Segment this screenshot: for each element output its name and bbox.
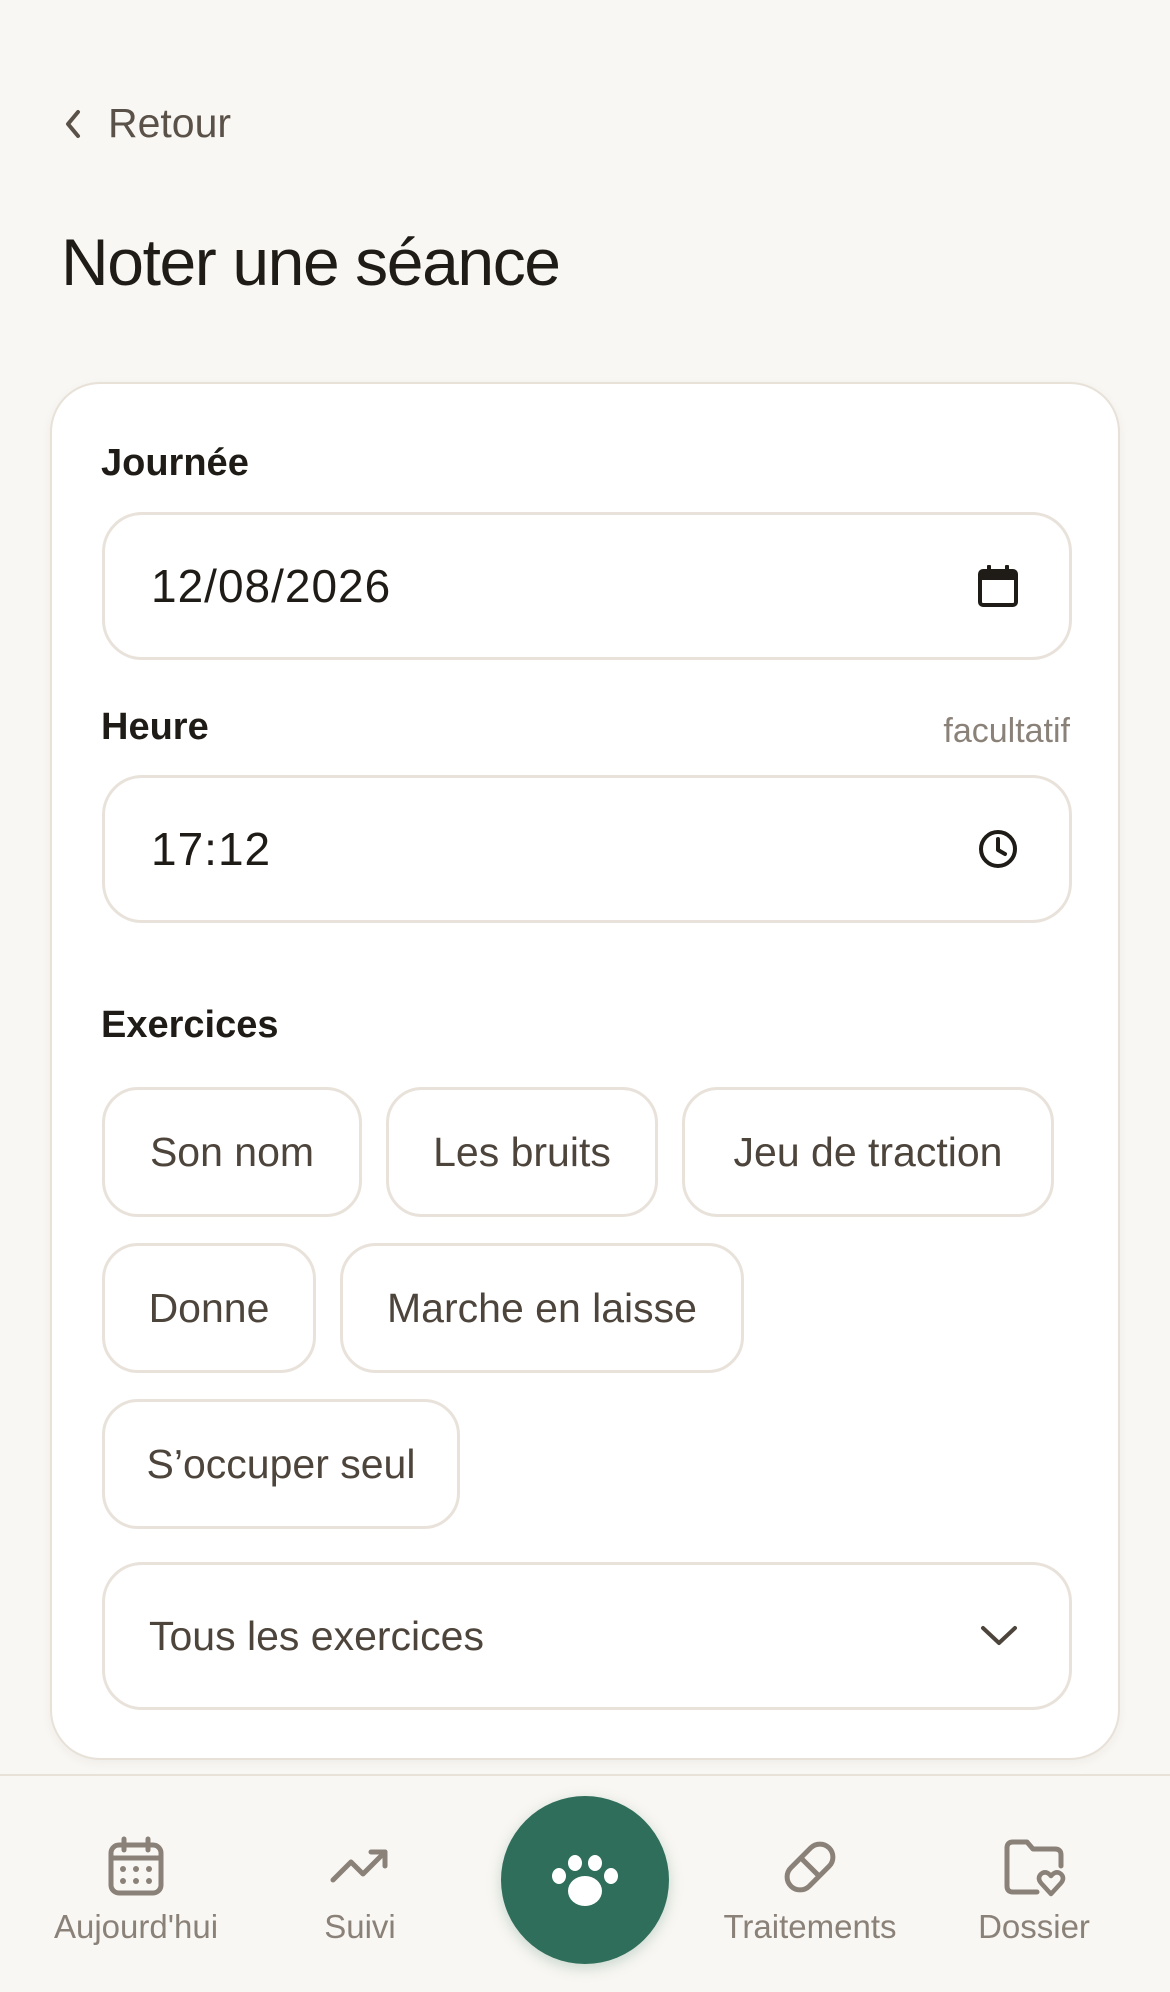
exercise-chip[interactable]: Les bruits: [386, 1087, 658, 1217]
date-value: 12/08/2026: [151, 560, 392, 612]
exercises-label: Exercices: [101, 1004, 279, 1046]
day-label: Journée: [101, 442, 249, 484]
nav-item-progress[interactable]: Suivi: [240, 1836, 480, 1946]
exercise-chip[interactable]: Marche en laisse: [340, 1243, 744, 1373]
exercise-chip[interactable]: Donne: [102, 1243, 316, 1373]
nav-label: Aujourd'hui: [53, 1908, 219, 1945]
time-field[interactable]: 17:12: [102, 775, 1072, 923]
exercise-chip[interactable]: S’occuper seul: [102, 1399, 460, 1529]
back-button[interactable]: Retour: [60, 100, 231, 147]
nav-item-treatments[interactable]: Traitements: [690, 1836, 930, 1946]
chevron-left-icon: [66, 109, 80, 138]
session-form-card: Journée 12/08/2026 Heure facultatif 17:1…: [50, 382, 1120, 1760]
bottom-navigation: Aujourd'hui Suivi Traitements Dossier: [0, 1774, 1170, 1992]
back-label: Retour: [108, 100, 232, 146]
exercise-chip[interactable]: Jeu de traction: [682, 1087, 1054, 1217]
clock-icon[interactable]: [977, 828, 1019, 870]
folder-heart-icon: [1004, 1839, 1066, 1897]
page-title: Noter une séance: [61, 225, 561, 299]
nav-item-today[interactable]: Aujourd'hui: [16, 1836, 256, 1946]
calendar-icon[interactable]: [977, 564, 1019, 608]
all-exercises-label: Tous les exercices: [149, 1612, 484, 1659]
paw-icon: [552, 1855, 618, 1906]
chevron-down-icon: [981, 1626, 1017, 1645]
screen: Retour Noter une séance Journée 12/08/20…: [0, 0, 1170, 1992]
nav-label: Dossier: [978, 1908, 1090, 1945]
trend-icon: [330, 1849, 388, 1883]
all-exercises-select[interactable]: Tous les exercices: [102, 1562, 1072, 1710]
time-optional-hint: facultatif: [943, 712, 1070, 750]
nav-label: Suivi: [324, 1908, 396, 1945]
time-label: Heure: [101, 706, 209, 748]
date-field[interactable]: 12/08/2026: [102, 512, 1072, 660]
nav-label: Traitements: [723, 1908, 897, 1945]
calendar-icon: [108, 1836, 164, 1896]
paw-action-button[interactable]: [501, 1796, 669, 1964]
exercise-chip[interactable]: Son nom: [102, 1087, 362, 1217]
time-value: 17:12: [151, 823, 272, 875]
pill-icon: [784, 1841, 836, 1893]
nav-item-file[interactable]: Dossier: [914, 1836, 1154, 1946]
